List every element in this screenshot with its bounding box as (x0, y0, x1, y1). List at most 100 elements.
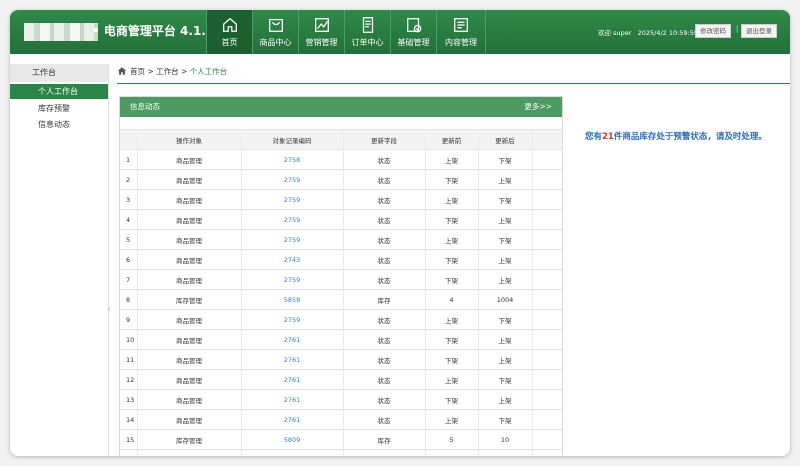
main-nav: 首页 商品中心 营销管理 订单中心 基础管理 内容管理 (206, 10, 486, 54)
updated-field: 库存 (343, 429, 426, 450)
nav-item-product-center[interactable]: 商品中心 (252, 10, 298, 54)
value-before: 下架 (425, 269, 479, 290)
record-code-link[interactable]: 2759 (241, 169, 344, 190)
record-code-link[interactable]: 2759 (241, 309, 344, 330)
info-updates-panel: 信息动态 更多>> 操作对象 对象记录编码 更新字段 更新前 更新后 1 商品管理… (119, 96, 563, 456)
column-header (532, 129, 562, 150)
document-icon (362, 17, 373, 33)
nav-item-marketing[interactable]: 营销管理 (298, 10, 344, 54)
warning-count: 21 (602, 132, 614, 142)
table-row: 4 商品管理 2759 状态 下架 上架 (120, 209, 562, 230)
operation-object: 商品管理 (137, 389, 242, 410)
empty-cell (532, 349, 562, 370)
value-before: 上架 (425, 149, 479, 170)
top-header: • 电商管理平台 4.1.0 首页 商品中心 营销管理 订单中心 基础管理 内容… (10, 10, 790, 54)
operation-object: 商品管理 (137, 409, 242, 430)
nav-item-home[interactable]: 首页 (206, 10, 252, 54)
value-after: 下架 (478, 409, 533, 430)
table-row: 1 商品管理 2758 状态 上架 下架 (120, 149, 562, 170)
operation-object: 商品管理 (137, 449, 242, 456)
sidebar-item-inventory-warning[interactable]: 库存预警 (10, 101, 108, 116)
welcome-text: 欢迎 super 2025/4/2 10:59:59 (598, 27, 698, 37)
empty-cell (532, 189, 562, 210)
info-updates-table: 操作对象 对象记录编码 更新字段 更新前 更新后 1 商品管理 2758 状态 上架 下架… (120, 129, 562, 456)
inventory-warning-notice[interactable]: 您有21件商品库存处于预警状态，请及时处理。 (585, 130, 767, 142)
record-code-link[interactable]: 2758 (241, 149, 344, 170)
nav-item-order-center[interactable]: 订单中心 (344, 10, 390, 54)
updated-field: 状态 (343, 349, 426, 370)
more-link[interactable]: 更多>> (524, 97, 552, 117)
record-code-link[interactable]: 5809 (241, 429, 344, 450)
current-datetime: 2025/4/2 10:59:59 (637, 29, 699, 37)
row-index: 3 (120, 189, 138, 210)
row-index: 9 (120, 309, 138, 330)
notice-suffix: 件商品库存处于预警状态，请及时处理。 (613, 132, 767, 142)
table-row: 14 商品管理 2761 状态 上架 下架 (120, 409, 562, 430)
value-after: 上架 (478, 249, 533, 270)
change-password-button[interactable]: 修改密码 (695, 24, 731, 38)
updated-field: 状态 (343, 409, 426, 430)
value-after: 下架 (478, 189, 533, 210)
record-code-link[interactable]: 2759 (241, 209, 344, 230)
operation-object: 商品管理 (137, 249, 242, 270)
home-icon (117, 67, 127, 75)
table-row: 3 商品管理 2759 状态 上架 下架 (120, 189, 562, 210)
table-header-row: 操作对象 对象记录编码 更新字段 更新前 更新后 (120, 129, 562, 150)
record-code-link[interactable]: 2761 (241, 449, 344, 456)
column-header: 更新前 (425, 129, 479, 150)
empty-cell (532, 249, 562, 270)
logout-button[interactable]: 退出登录 (741, 24, 777, 38)
row-index: 16 (120, 449, 138, 456)
operation-object: 商品管理 (137, 169, 242, 190)
table-row: 13 商品管理 2761 状态 下架 上架 (120, 389, 562, 410)
value-after: 上架 (478, 209, 533, 230)
value-before: 下架 (425, 389, 479, 410)
table-row: 8 库存管理 5858 库存 4 1004 (120, 289, 562, 310)
row-index: 13 (120, 389, 138, 410)
record-code-link[interactable]: 2759 (241, 269, 344, 290)
sidebar-collapse-handle[interactable]: ‹ (106, 292, 112, 328)
nav-item-content-management[interactable]: 内容管理 (436, 10, 486, 54)
breadcrumb-divider (117, 83, 790, 84)
row-index: 1 (120, 149, 138, 170)
record-code-link[interactable]: 2761 (241, 389, 344, 410)
value-before: 下架 (425, 329, 479, 350)
nav-label: 营销管理 (305, 38, 338, 47)
empty-cell (532, 309, 562, 330)
value-before: 下架 (425, 449, 479, 456)
app-title: • 电商管理平台 4.1.0 (92, 24, 215, 38)
row-index: 2 (120, 169, 138, 190)
record-code-link[interactable]: 2761 (241, 329, 344, 350)
empty-cell (532, 149, 562, 170)
table-row: 12 商品管理 2761 状态 上架 下架 (120, 369, 562, 390)
app-window: • 电商管理平台 4.1.0 首页 商品中心 营销管理 订单中心 基础管理 内容… (10, 10, 790, 456)
record-code-link[interactable]: 2761 (241, 409, 344, 430)
value-after: 上架 (478, 269, 533, 290)
breadcrumb-section[interactable]: 工作台 (156, 66, 179, 77)
record-code-link[interactable]: 2759 (241, 229, 344, 250)
operation-object: 商品管理 (137, 369, 242, 390)
sidebar-item-personal-workbench[interactable]: 个人工作台 (10, 84, 108, 99)
row-index: 6 (120, 249, 138, 270)
value-before: 上架 (425, 369, 479, 390)
empty-cell (532, 429, 562, 450)
breadcrumb-home[interactable]: 首页 (130, 66, 145, 77)
sidebar-item-info-updates[interactable]: 信息动态 (10, 117, 108, 132)
empty-cell (532, 409, 562, 430)
record-code-link[interactable]: 2761 (241, 369, 344, 390)
breadcrumb: 首页 > 工作台 > 个人工作台 (117, 64, 227, 78)
app-title-text: 电商管理平台 4.1.0 (103, 24, 215, 38)
empty-cell (532, 229, 562, 250)
row-index: 12 (120, 369, 138, 390)
nav-item-basic-management[interactable]: 基础管理 (390, 10, 436, 54)
notice-prefix: 您有 (585, 132, 603, 142)
record-code-link[interactable]: 2743 (241, 249, 344, 270)
value-after: 上架 (478, 169, 533, 190)
record-code-link[interactable]: 5858 (241, 289, 344, 310)
table-row: 11 商品管理 2761 状态 下架 上架 (120, 349, 562, 370)
record-code-link[interactable]: 2761 (241, 349, 344, 370)
value-before: 4 (425, 289, 479, 310)
breadcrumb-separator: > (180, 66, 188, 76)
record-code-link[interactable]: 2759 (241, 189, 344, 210)
updated-field: 状态 (343, 449, 426, 456)
